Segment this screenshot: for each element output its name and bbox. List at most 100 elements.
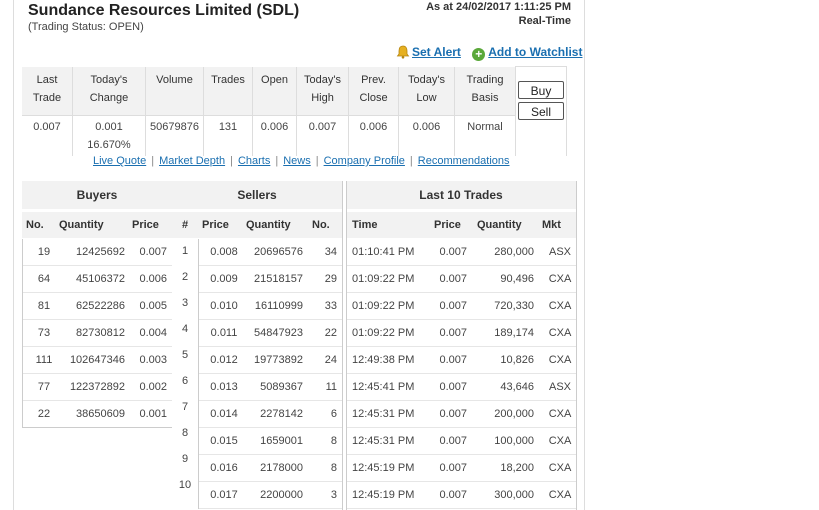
prev-close-value: 0.006 [348, 114, 399, 156]
quote-actions: Set Alert + Add to Watchlist [396, 45, 582, 61]
last-trade-value: 0.007 [22, 114, 73, 156]
trade-qty: 300,000 [494, 489, 534, 501]
low-value: 0.006 [398, 114, 455, 156]
buyer-qty: 122372892 [69, 381, 125, 393]
trade-qty: 18,200 [500, 462, 534, 474]
seller-no: 34 [324, 246, 337, 258]
buyers-bottom-border [22, 427, 172, 428]
recommendations-link[interactable]: Recommendations [418, 155, 510, 167]
trade-qty: 10,826 [500, 354, 534, 366]
trade-time: 01:09:22 PM [352, 273, 415, 285]
seller-qty: 2278142 [260, 408, 303, 420]
seller-no: 33 [324, 300, 337, 312]
seller-qty: 16110999 [254, 300, 303, 312]
buyer-price: 0.002 [139, 381, 167, 393]
seller-no: 11 [325, 381, 337, 393]
trade-price: 0.007 [439, 381, 467, 393]
trade-time: 12:49:38 PM [352, 354, 415, 366]
buy-button[interactable]: Buy [518, 81, 564, 99]
trade-qty: 100,000 [494, 435, 534, 447]
seller-no: 6 [330, 408, 337, 420]
plus-icon[interactable]: + [472, 48, 486, 61]
trade-time: 01:09:22 PM [352, 327, 415, 339]
charts-link[interactable]: Charts [238, 155, 270, 167]
seller-no: 8 [330, 435, 337, 447]
buyers-left-border [22, 239, 23, 428]
trade-price: 0.007 [439, 408, 467, 420]
trade-col-qty: Quantity [472, 212, 538, 238]
level-number: 2 [181, 271, 189, 283]
trade-time: 12:45:41 PM [352, 381, 415, 393]
sellers-title: Sellers [172, 181, 342, 209]
trades-left-border [346, 181, 347, 510]
bell-icon[interactable] [396, 45, 410, 59]
trade-time: 01:09:22 PM [352, 300, 415, 312]
trade-qty: 280,000 [494, 246, 534, 258]
realtime-label: Real-Time [518, 15, 571, 27]
trade-price: 0.007 [439, 246, 467, 258]
buyer-price: 0.007 [139, 246, 167, 258]
trade-price: 0.007 [439, 300, 467, 312]
buyer-qty: 102647346 [69, 354, 125, 366]
seller-no: 8 [330, 462, 337, 474]
quote-table: Last Trade Today's Change Volume Trades Op… [22, 66, 567, 156]
trade-price: 0.007 [439, 354, 467, 366]
seller-qty: 2200000 [260, 489, 303, 501]
buyer-qty: 82730812 [76, 327, 125, 339]
trade-buttons: Buy Sell [515, 66, 567, 156]
seller-qty: 2178000 [260, 462, 303, 474]
sell-button[interactable]: Sell [518, 102, 564, 120]
left-border [13, 0, 14, 510]
level-number: 10 [178, 479, 192, 491]
trading-status: (Trading Status: OPEN) [28, 21, 144, 33]
company-profile-link[interactable]: Company Profile [324, 155, 405, 167]
add-to-watchlist-link[interactable]: Add to Watchlist [488, 45, 582, 59]
trade-price: 0.007 [439, 462, 467, 474]
level-number: 9 [181, 453, 189, 465]
col-trading-basis: Trading Basis [454, 66, 516, 115]
sellers-inner-border [342, 239, 343, 509]
seller-qty: 21518157 [254, 273, 303, 285]
market-depth-link[interactable]: Market Depth [159, 155, 225, 167]
sellers-left-border [198, 239, 199, 509]
page-title: Sundance Resources Limited (SDL) [28, 2, 300, 19]
col-todays-high: Today's High [296, 66, 349, 115]
seller-col-price: Price [198, 212, 240, 238]
trade-price: 0.007 [439, 489, 467, 501]
level-number: 3 [181, 297, 189, 309]
set-alert-link[interactable]: Set Alert [412, 45, 461, 59]
col-trades: Trades [203, 66, 253, 115]
todays-change-value: 0.001 16.670% [72, 114, 146, 156]
trade-col-mkt: Mkt [538, 212, 576, 238]
trades-value: 131 [203, 114, 253, 156]
trade-col-time: Time [346, 212, 430, 238]
buyer-qty: 62522286 [76, 300, 125, 312]
trades-right-border [576, 181, 577, 510]
level-col: # [172, 212, 198, 238]
seller-no: 22 [324, 327, 337, 339]
news-link[interactable]: News [283, 155, 311, 167]
trade-time: 01:10:41 PM [352, 246, 415, 258]
high-value: 0.007 [296, 114, 349, 156]
seller-qty: 20696576 [254, 246, 303, 258]
col-prev-close: Prev. Close [348, 66, 399, 115]
col-open: Open [252, 66, 297, 115]
level-number: 4 [181, 323, 189, 335]
trade-qty: 720,330 [494, 300, 534, 312]
seller-qty: 19773892 [254, 354, 303, 366]
seller-col-qty: Quantity [240, 212, 308, 238]
seller-qty: 54847923 [254, 327, 303, 339]
as-at-timestamp: As at 24/02/2017 1:11:25 PM [426, 1, 571, 13]
open-value: 0.006 [252, 114, 297, 156]
trade-time: 12:45:19 PM [352, 462, 415, 474]
buyer-col-price: Price [128, 212, 172, 238]
seller-qty: 1659001 [260, 435, 303, 447]
buyer-col-qty: Quantity [52, 212, 128, 238]
trade-time: 12:45:31 PM [352, 435, 415, 447]
live-quote-link[interactable]: Live Quote [93, 155, 146, 167]
col-last-trade: Last Trade [22, 66, 73, 115]
buyer-price: 0.001 [139, 408, 167, 420]
trade-row-divider [347, 508, 576, 509]
trading-basis-value: Normal [454, 114, 516, 156]
seller-no: 24 [324, 354, 337, 366]
